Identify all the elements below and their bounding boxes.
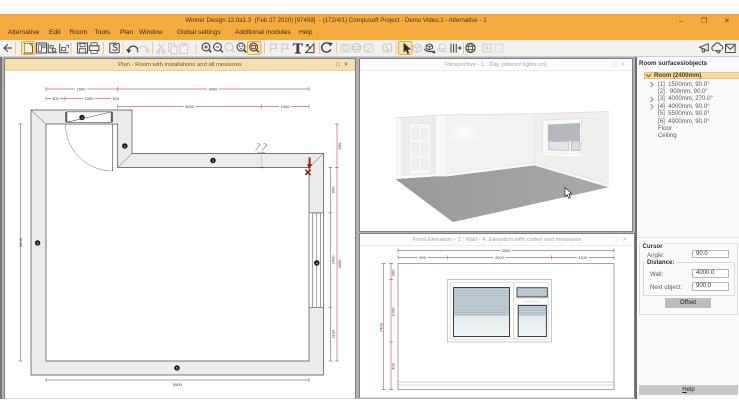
svg-text:1500: 1500 [77,86,87,91]
svg-text:4: 4 [316,261,318,265]
svg-text:900: 900 [390,362,395,369]
svg-text:2000: 2000 [330,254,335,264]
svg-text:1100: 1100 [330,328,335,337]
svg-text:4000: 4000 [502,248,512,253]
svg-text:5500: 5500 [173,381,183,386]
svg-text:A-plan: A-plan [258,150,266,154]
svg-text:400: 400 [52,96,59,101]
svg-text:4000: 4000 [209,86,219,91]
svg-text:3: 3 [212,158,214,162]
svg-text:1: 1 [81,115,83,119]
svg-text:100: 100 [112,96,119,101]
svg-text:2000: 2000 [495,255,505,260]
svg-text:1200: 1200 [390,306,395,316]
svg-text:900: 900 [419,255,426,260]
svg-text:3000: 3000 [185,104,195,109]
svg-text:900: 900 [330,185,335,192]
svg-text:1000: 1000 [85,96,95,101]
svg-text:4900: 4900 [18,237,23,247]
svg-text:300: 300 [390,268,395,275]
svg-text:900: 900 [337,141,342,148]
svg-text:2: 2 [124,144,126,148]
svg-text:4000: 4000 [337,258,342,268]
svg-text:6: 6 [37,241,39,245]
svg-text:1100: 1100 [578,255,587,260]
svg-text:1000: 1000 [281,104,291,109]
svg-text:5: 5 [176,366,178,370]
svg-text:2400: 2400 [379,322,384,332]
